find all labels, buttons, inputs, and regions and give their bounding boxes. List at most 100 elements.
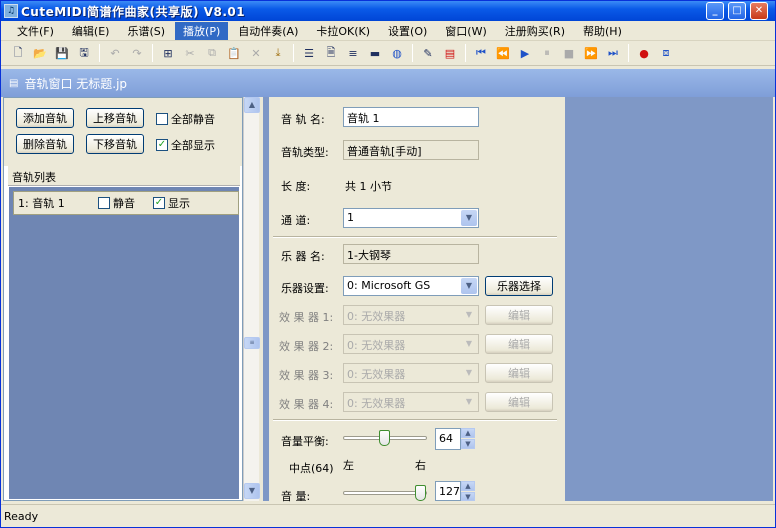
spin-up-icon[interactable]: ▲ (461, 481, 475, 491)
volume-slider-thumb[interactable] (415, 485, 426, 501)
volume-input[interactable]: 127 (435, 481, 461, 501)
pause-icon[interactable]: ⏸ (537, 43, 557, 63)
rewind-icon[interactable]: ⏪ (493, 43, 513, 63)
add-track-button[interactable]: 添加音轨 (16, 108, 74, 128)
chevron-down-icon[interactable]: ▼ (461, 336, 477, 352)
delete-track-button[interactable]: 删除音轨 (16, 134, 74, 154)
menu-auto-accompany[interactable]: 自动伴奏(A) (230, 22, 306, 40)
toolbar: 🗋 📂 💾 🖫 ↶ ↷ ⊞ ✂ ⧉ 📋 ✕ ⤓ ☰ 🗎 ≡ ▬ ◍ ✎ ▤ ⏮ … (1, 41, 775, 66)
last-icon[interactable]: ⏭ (603, 43, 623, 63)
minimize-button[interactable]: _ (706, 2, 724, 20)
download-icon[interactable]: ⤓ (268, 43, 288, 63)
toolbar-separator (293, 44, 294, 62)
spin-down-icon[interactable]: ▼ (461, 492, 475, 501)
page-icon[interactable]: 🗎 (321, 43, 341, 63)
mute-all-box[interactable] (156, 113, 168, 125)
balance-input[interactable]: 64 (435, 428, 461, 450)
title-bar[interactable]: ♫ CuteMIDI简谱作曲家(共享版) V8.01 _ □ ✕ (1, 1, 775, 21)
effect-3-edit-button[interactable]: 编辑 (485, 363, 553, 383)
menu-edit[interactable]: 编辑(E) (64, 22, 118, 40)
cut-icon[interactable]: ✂ (180, 43, 200, 63)
balance-slider-thumb[interactable] (379, 430, 390, 446)
instrument-select-button[interactable]: 乐器选择 (485, 276, 553, 296)
save-all-icon[interactable]: 🖫 (74, 43, 94, 63)
spin-up-icon[interactable]: ▲ (461, 428, 475, 438)
menu-settings[interactable]: 设置(O) (380, 22, 435, 40)
track-row[interactable]: 1: 音轨 1 静音 ✓ 显示 (13, 191, 239, 215)
maximize-button[interactable]: □ (728, 2, 746, 20)
vertical-scrollbar[interactable]: ▲ ≡ ▼ (243, 97, 260, 501)
menu-score[interactable]: 乐谱(S) (119, 22, 173, 40)
first-icon[interactable]: ⏮ (471, 43, 491, 63)
spin-down-icon[interactable]: ▼ (461, 439, 475, 449)
track-controls: 添加音轨 上移音轨 全部静音 删除音轨 下移音轨 ✓ 全部显示 (4, 98, 242, 166)
sheet-icon[interactable]: ▤ (440, 43, 460, 63)
instrument-name-field: 1-大钢琴 (343, 244, 479, 264)
track-mute-box[interactable] (98, 197, 110, 209)
menu-window[interactable]: 窗口(W) (437, 22, 494, 40)
menu-play[interactable]: 播放(P) (175, 21, 229, 40)
play-icon[interactable]: ▶ (515, 43, 535, 63)
chevron-down-icon[interactable]: ▼ (461, 307, 477, 323)
redo-icon[interactable]: ↷ (127, 43, 147, 63)
track-name-field[interactable]: 音轨 1 (343, 107, 479, 127)
effect-1-edit-button[interactable]: 编辑 (485, 305, 553, 325)
insert-icon[interactable]: ⊞ (158, 43, 178, 63)
chevron-down-icon[interactable]: ▼ (461, 210, 477, 226)
show-all-box[interactable]: ✓ (156, 139, 168, 151)
scroll-down-icon[interactable]: ▼ (244, 483, 260, 499)
effect-4-select[interactable]: 0: 无效果器 ▼ (343, 392, 479, 412)
close-button[interactable]: ✕ (750, 2, 768, 20)
stop-icon[interactable]: ■ (559, 43, 579, 63)
status-bar: Ready (1, 504, 775, 527)
chevron-down-icon[interactable]: ▼ (461, 394, 477, 410)
globe-icon[interactable]: ◍ (387, 43, 407, 63)
delete-icon[interactable]: ✕ (246, 43, 266, 63)
track-show-box[interactable]: ✓ (153, 197, 165, 209)
move-track-up-button[interactable]: 上移音轨 (86, 108, 144, 128)
show-all-label: 全部显示 (171, 139, 215, 152)
save-icon[interactable]: 💾 (52, 43, 72, 63)
length-label: 长 度: (281, 180, 311, 193)
move-track-down-button[interactable]: 下移音轨 (86, 134, 144, 154)
balance-left-label: 左 (343, 459, 354, 472)
scroll-up-icon[interactable]: ▲ (244, 97, 260, 113)
effect-1-select[interactable]: 0: 无效果器 ▼ (343, 305, 479, 325)
copy-icon[interactable]: ⧉ (202, 43, 222, 63)
undo-icon[interactable]: ↶ (105, 43, 125, 63)
forward-icon[interactable]: ⏩ (581, 43, 601, 63)
lines-icon[interactable]: ≡ (343, 43, 363, 63)
record-icon[interactable]: ● (634, 43, 654, 63)
track-mute-label: 静音 (113, 197, 135, 210)
bar-icon[interactable]: ▬ (365, 43, 385, 63)
effect-2-select[interactable]: 0: 无效果器 ▼ (343, 334, 479, 354)
main-window: ♫ CuteMIDI简谱作曲家(共享版) V8.01 _ □ ✕ 文件(F) 编… (0, 0, 776, 528)
pen-icon[interactable]: ✎ (418, 43, 438, 63)
track-row-name: 1: 音轨 1 (18, 197, 65, 210)
chevron-down-icon[interactable]: ▼ (461, 365, 477, 381)
new-icon[interactable]: 🗋 (8, 43, 28, 63)
show-all-checkbox[interactable]: ✓ 全部显示 (156, 137, 215, 153)
track-show-checkbox[interactable]: ✓ 显示 (153, 195, 190, 211)
menu-help[interactable]: 帮助(H) (575, 22, 630, 40)
paste-icon[interactable]: 📋 (224, 43, 244, 63)
menu-karaoke[interactable]: 卡拉OK(K) (308, 22, 378, 40)
scroll-thumb[interactable]: ≡ (244, 337, 260, 349)
channel-select[interactable]: 1 ▼ (343, 208, 479, 228)
track-mute-checkbox[interactable]: 静音 (98, 195, 135, 211)
menu-file[interactable]: 文件(F) (9, 22, 62, 40)
track-name-label: 音 轨 名: (281, 113, 325, 126)
effect-3-select[interactable]: 0: 无效果器 ▼ (343, 363, 479, 383)
effect-1-value: 0: 无效果器 (347, 310, 406, 323)
mute-all-checkbox[interactable]: 全部静音 (156, 111, 215, 127)
effect-4-edit-button[interactable]: 编辑 (485, 392, 553, 412)
open-icon[interactable]: 📂 (30, 43, 50, 63)
instrument-setting-select[interactable]: 0: Microsoft GS ▼ (343, 276, 479, 296)
list-icon[interactable]: ☰ (299, 43, 319, 63)
chevron-down-icon[interactable]: ▼ (461, 278, 477, 294)
balance-label: 音量平衡: (281, 435, 329, 448)
menu-register[interactable]: 注册购买(R) (497, 22, 573, 40)
midi-icon[interactable]: ⧈ (656, 43, 676, 63)
effect-2-edit-button[interactable]: 编辑 (485, 334, 553, 354)
toolbar-separator (465, 44, 466, 62)
